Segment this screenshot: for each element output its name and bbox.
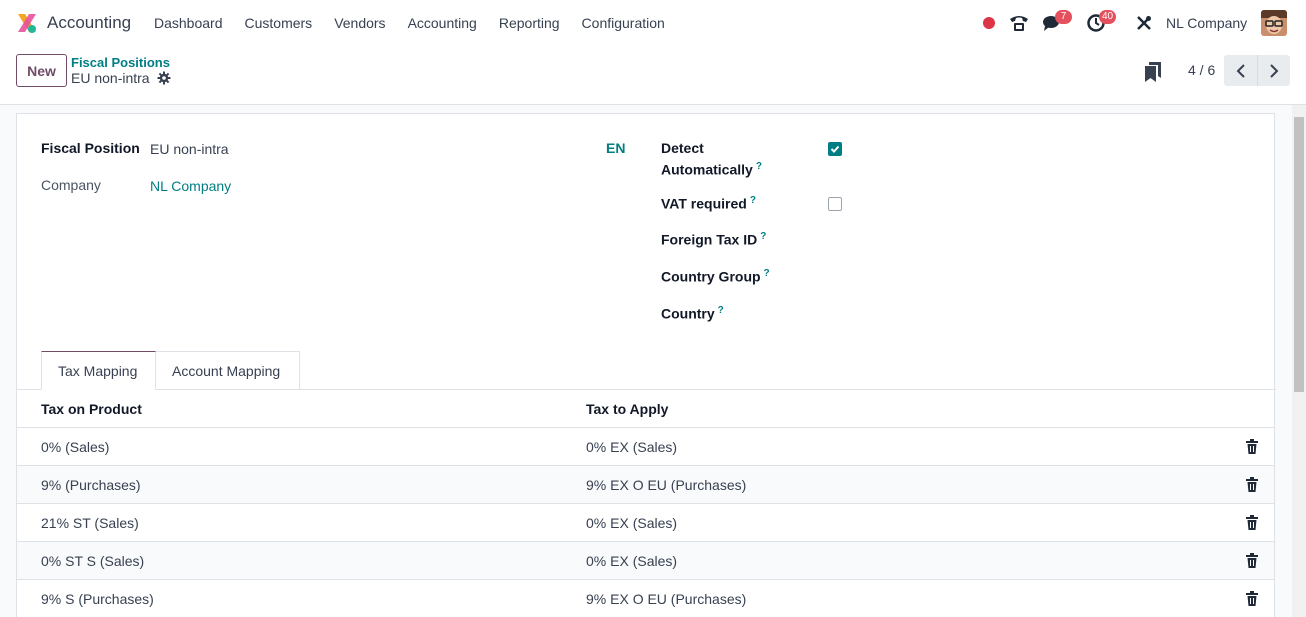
tax-to-apply-cell[interactable]: 9% EX O EU (Purchases) <box>586 591 746 607</box>
menu-customers[interactable]: Customers <box>234 15 324 31</box>
activities-badge: 40 <box>1099 10 1117 24</box>
phone-icon <box>1010 16 1028 31</box>
help-icon[interactable]: ? <box>756 161 762 172</box>
foreign-tax-id-label: Foreign Tax ID? <box>661 231 766 248</box>
table-row[interactable]: 9% S (Purchases) 9% EX O EU (Purchases) <box>17 580 1274 617</box>
vat-required-text: VAT required <box>661 195 747 212</box>
tax-to-apply-cell[interactable]: 0% EX (Sales) <box>586 553 677 569</box>
tab-tax-mapping[interactable]: Tax Mapping <box>41 351 156 390</box>
tax-to-apply-cell[interactable]: 0% EX (Sales) <box>586 515 677 531</box>
main-menu: Dashboard Customers Vendors Accounting R… <box>143 0 676 46</box>
company-label: Company <box>41 177 101 193</box>
trash-icon[interactable] <box>1245 591 1259 606</box>
vat-required-checkbox[interactable] <box>828 197 842 211</box>
menu-reporting[interactable]: Reporting <box>488 15 571 31</box>
documents-icon[interactable] <box>1145 62 1161 82</box>
app-name[interactable]: Accounting <box>47 13 131 33</box>
table-row[interactable]: 21% ST (Sales) 0% EX (Sales) <box>17 504 1274 542</box>
table-row[interactable]: 0% ST S (Sales) 0% EX (Sales) <box>17 542 1274 580</box>
trash-icon[interactable] <box>1245 439 1259 454</box>
recording-indicator[interactable] <box>983 0 995 46</box>
company-switcher[interactable]: NL Company <box>1166 0 1247 46</box>
trash-icon[interactable] <box>1245 553 1259 568</box>
detect-automatically-label: Detect <box>661 140 704 156</box>
language-button[interactable]: EN <box>606 140 625 156</box>
menu-vendors[interactable]: Vendors <box>323 15 396 31</box>
detect-automatically-checkbox[interactable] <box>828 142 842 156</box>
column-tax-to-apply[interactable]: Tax to Apply <box>586 401 668 417</box>
pager-previous-button[interactable] <box>1224 55 1257 86</box>
messages-badge: 7 <box>1055 10 1072 24</box>
user-menu[interactable] <box>1261 0 1287 46</box>
accounting-app-icon[interactable] <box>16 12 38 34</box>
form-sheet: Fiscal Position EU non-intra EN Company … <box>16 113 1276 617</box>
tax-on-product-cell[interactable]: 0% ST S (Sales) <box>41 553 144 569</box>
tax-on-product-cell[interactable]: 21% ST (Sales) <box>41 515 139 531</box>
menu-accounting[interactable]: Accounting <box>397 15 488 31</box>
chevron-right-icon <box>1270 63 1279 78</box>
fiscal-position-field[interactable]: EU non-intra <box>150 141 229 157</box>
gear-icon[interactable] <box>157 71 171 85</box>
table-row[interactable]: 9% (Purchases) 9% EX O EU (Purchases) <box>17 466 1274 504</box>
country-group-label: Country Group? <box>661 268 770 285</box>
company-name: NL Company <box>1166 15 1248 31</box>
trash-icon[interactable] <box>1245 515 1259 530</box>
voip-button[interactable] <box>1009 0 1029 46</box>
vat-required-label: VAT required? <box>661 195 756 212</box>
country-text: Country <box>661 305 715 322</box>
top-navbar: Accounting Dashboard Customers Vendors A… <box>0 0 1306 46</box>
help-icon[interactable]: ? <box>764 268 770 279</box>
tab-account-mapping[interactable]: Account Mapping <box>156 351 300 390</box>
chevron-left-icon <box>1236 63 1245 78</box>
tools-icon <box>1137 16 1151 30</box>
help-icon[interactable]: ? <box>760 231 766 242</box>
tax-on-product-cell[interactable]: 9% (Purchases) <box>41 477 141 493</box>
tax-to-apply-cell[interactable]: 0% EX (Sales) <box>586 439 677 455</box>
breadcrumb-current: EU non-intra <box>71 70 150 86</box>
new-button[interactable]: New <box>16 54 67 87</box>
detect-label-line1: Detect <box>661 140 704 156</box>
detect-automatically-label-line2: Automatically? <box>661 161 762 178</box>
tax-on-product-cell[interactable]: 0% (Sales) <box>41 439 109 455</box>
help-icon[interactable]: ? <box>718 305 724 316</box>
pager-next-button[interactable] <box>1257 55 1290 86</box>
menu-dashboard[interactable]: Dashboard <box>143 15 234 31</box>
breadcrumb-fiscal-positions[interactable]: Fiscal Positions <box>71 55 170 70</box>
country-label: Country? <box>661 305 724 322</box>
trash-icon[interactable] <box>1245 477 1259 492</box>
table-row[interactable]: 0% (Sales) 0% EX (Sales) <box>17 428 1274 466</box>
tax-to-apply-cell[interactable]: 9% EX O EU (Purchases) <box>586 477 746 493</box>
table-header: Tax on Product Tax to Apply <box>17 390 1274 428</box>
menu-configuration[interactable]: Configuration <box>571 15 676 31</box>
detect-label-line2: Automatically <box>661 161 753 178</box>
fiscal-position-label: Fiscal Position <box>41 140 140 156</box>
checkmark-icon <box>830 145 840 153</box>
avatar <box>1261 10 1287 36</box>
record-dot-icon <box>983 17 995 29</box>
company-field[interactable]: NL Company <box>150 178 231 194</box>
pager-value[interactable]: 4 / 6 <box>1188 62 1215 78</box>
foreign-tax-id-text: Foreign Tax ID <box>661 231 758 248</box>
tax-on-product-cell[interactable]: 9% S (Purchases) <box>41 591 154 607</box>
scrollbar-thumb[interactable] <box>1294 117 1304 392</box>
column-tax-on-product[interactable]: Tax on Product <box>41 401 142 417</box>
debug-tools-button[interactable] <box>1136 0 1152 46</box>
country-group-text: Country Group <box>661 268 761 285</box>
help-icon[interactable]: ? <box>750 195 756 206</box>
control-panel: New Fiscal Positions EU non-intra 4 / 6 <box>0 46 1306 105</box>
